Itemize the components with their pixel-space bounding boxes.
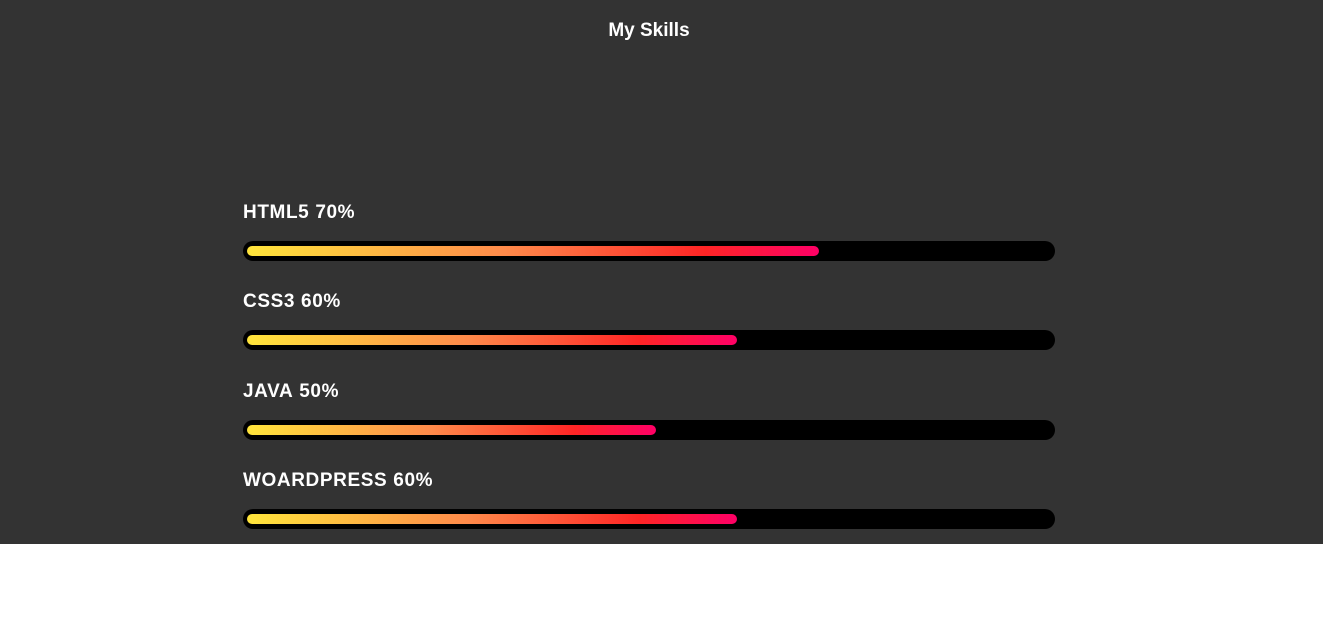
skill-name: WOARDPRESS [243, 469, 388, 491]
skills-list: HTML5 70% CSS3 60% JAVA 50% WOARDPRESS 6… [243, 201, 1055, 558]
skill-label: CSS3 60% [243, 290, 341, 314]
skill-progress-track [243, 508, 1055, 529]
skill-progress-track [243, 330, 1055, 351]
skill-item-css3: CSS3 60% [243, 290, 1055, 379]
skill-name: JAVA [243, 380, 294, 402]
skill-label: JAVA 50% [243, 380, 339, 404]
skill-label: HTML5 70% [243, 201, 355, 225]
skill-progress-fill [247, 246, 819, 256]
skill-percent: 60% [393, 469, 434, 491]
skill-progress-fill [247, 335, 737, 346]
skill-progress-track [243, 241, 1055, 261]
page-footer-area [0, 544, 1323, 636]
skill-name: HTML5 [243, 202, 310, 223]
skill-percent: 60% [301, 291, 341, 313]
skill-progress-track [243, 419, 1055, 440]
skill-name: CSS3 [243, 291, 296, 313]
skill-percent: 70% [315, 202, 356, 223]
section-title: My Skills [608, 20, 690, 41]
skill-label: WOARDPRESS 60% [243, 469, 433, 493]
skill-item-html5: HTML5 70% [243, 201, 1055, 290]
skill-percent: 50% [299, 380, 340, 402]
skill-item-java: JAVA 50% [243, 380, 1055, 469]
skill-progress-fill [247, 513, 737, 524]
skill-progress-fill [247, 424, 656, 435]
skills-section: My Skills HTML5 70% CSS3 60% JAVA 50% WO… [0, 0, 1323, 544]
